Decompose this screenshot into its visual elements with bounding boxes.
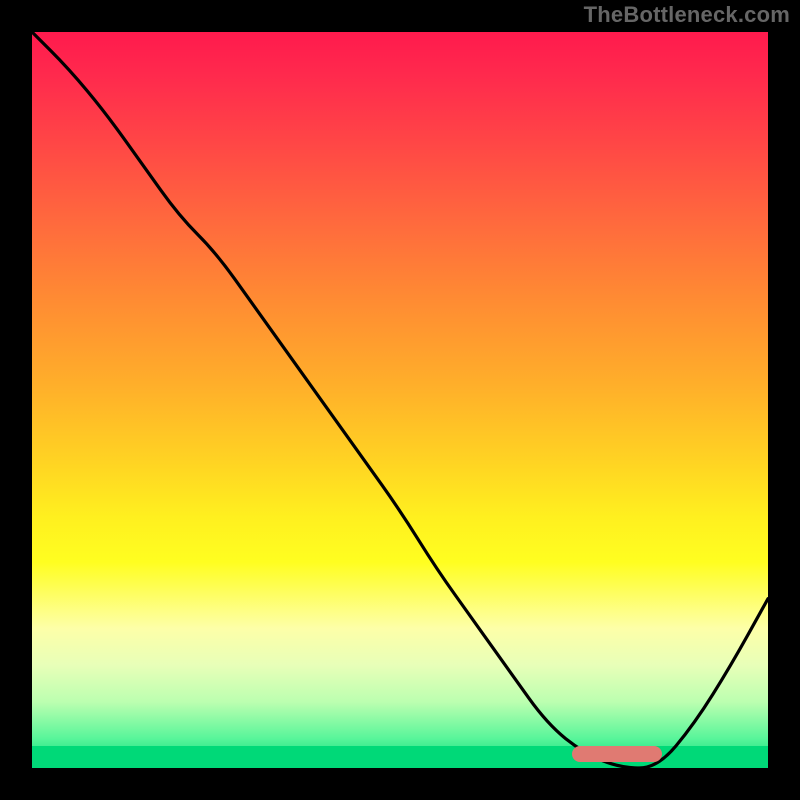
bottleneck-curve <box>32 32 768 768</box>
curve-path <box>32 32 768 768</box>
plot-area <box>32 32 768 768</box>
chart-frame: TheBottleneck.com <box>0 0 800 800</box>
optimum-range-marker <box>572 746 662 762</box>
watermark-text: TheBottleneck.com <box>584 2 790 28</box>
